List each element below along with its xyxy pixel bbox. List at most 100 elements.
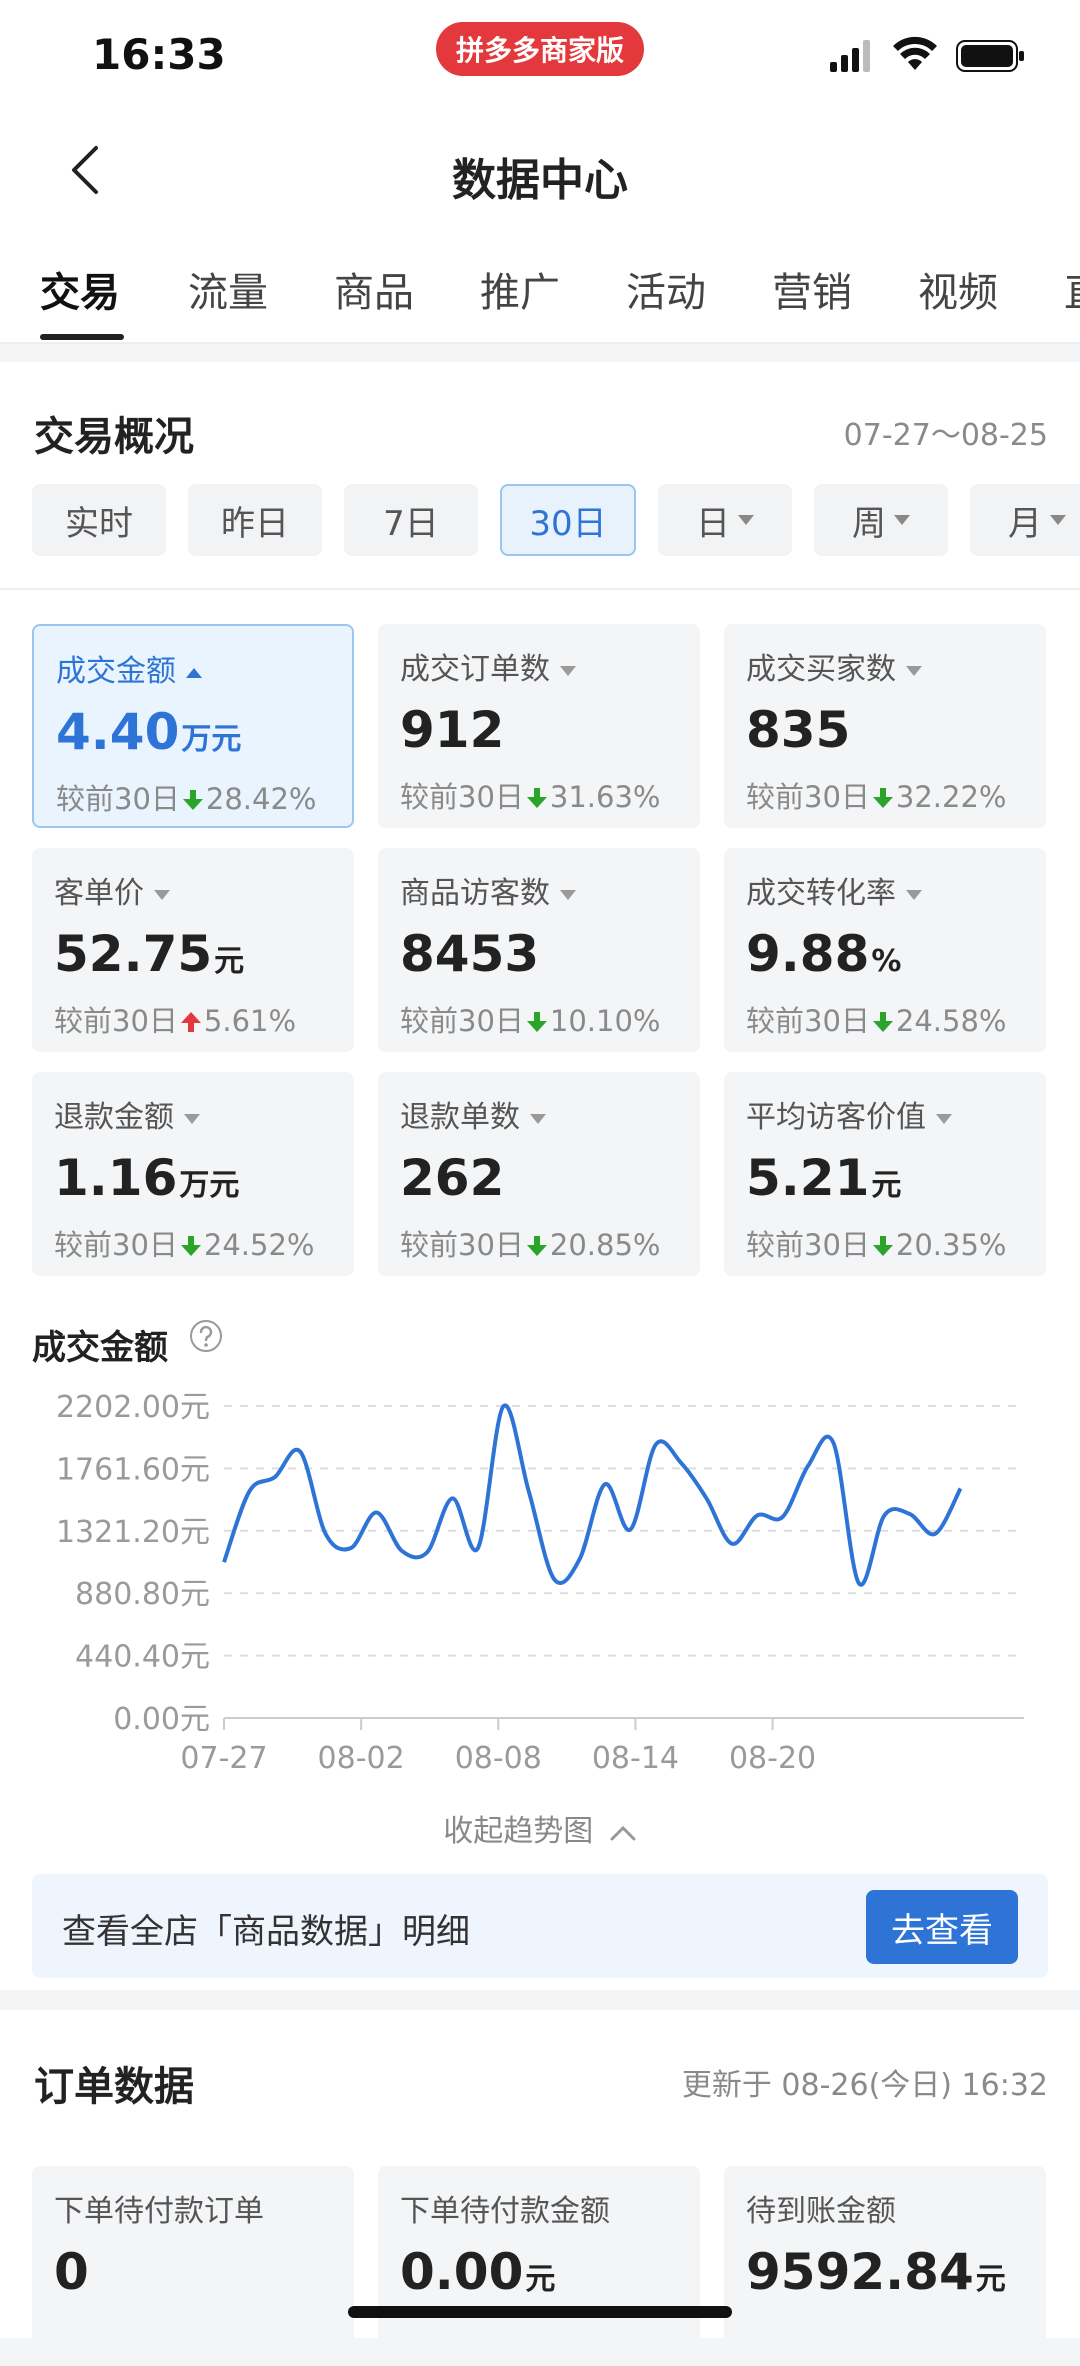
x-tick-label: 08-02 [318, 1741, 405, 1776]
metric-compare: 较前30日 32.22% [746, 780, 1007, 814]
metric-card[interactable]: 商品访客数 8453 较前30日 10.10% [378, 848, 700, 1052]
order-card[interactable]: 待到账金额 9592.84元 [724, 2166, 1046, 2366]
metric-card[interactable]: 成交金额 4.40万元 较前30日 28.42% [32, 624, 354, 828]
tab-video[interactable]: 视频 [918, 260, 998, 318]
metric-value: 1.16万元 [54, 1149, 240, 1207]
page-title: 数据中心 [452, 155, 628, 206]
y-tick-label: 440.40元 [75, 1640, 210, 1675]
period-label: 昨日 [221, 503, 289, 544]
x-tick-label: 08-14 [592, 1741, 679, 1776]
signal-icon [830, 40, 870, 72]
metric-compare: 较前30日 24.58% [746, 1004, 1007, 1038]
wifi-icon [893, 36, 937, 70]
period-week-select[interactable]: 周 [814, 484, 948, 556]
metric-unit: 元 [871, 1168, 902, 1203]
arrow-down-icon [182, 790, 203, 810]
arrow-down-icon [872, 1236, 893, 1256]
app-badge: 拼多多商家版 [436, 22, 644, 76]
metric-value: 52.75元 [54, 925, 245, 983]
tab-promotion[interactable]: 推广 [480, 260, 560, 318]
arrow-down-icon [180, 1236, 201, 1256]
divider [0, 588, 1080, 590]
chart-title: 成交金额 [32, 1328, 168, 1368]
battery-icon [956, 40, 1024, 72]
metric-value: 835 [746, 701, 851, 759]
metric-card[interactable]: 成交订单数 912 较前30日 31.63% [378, 624, 700, 828]
metric-card[interactable]: 退款金额 1.16万元较前30日 24.52% [32, 1072, 354, 1276]
metric-label: 客单价 [54, 868, 332, 912]
collapse-chart-toggle[interactable]: 收起趋势图 [0, 1806, 1080, 1850]
metric-label: 成交金额 [56, 646, 330, 690]
metric-label: 平均访客价值 [746, 1092, 1024, 1136]
metric-card[interactable]: 平均访客价值 5.21元 较前30日 20.35% [724, 1072, 1046, 1276]
metric-label: 成交买家数 [746, 644, 1024, 688]
chevron-down-icon [738, 515, 754, 525]
period-yesterday[interactable]: 昨日 [188, 484, 322, 556]
period-7d[interactable]: 7日 [344, 484, 478, 556]
order-data-section: 订单数据 更新于 08-26(今日) 16:32 下单待付款订单 0 下单待付款金额… [0, 2010, 1080, 2366]
tab-live[interactable]: 直 [1064, 260, 1080, 318]
metric-value: 8453 [400, 925, 540, 983]
orders-title: 订单数据 [34, 2064, 194, 2110]
metric-compare: 较前30日 20.85% [400, 1228, 661, 1262]
arrow-up-icon [180, 1012, 201, 1032]
order-card[interactable]: 下单待付款订单 0 [32, 2166, 354, 2366]
caret-down-icon [154, 889, 170, 900]
metric-value: 262 [400, 1149, 505, 1207]
order-value: 9592.84元 [746, 2243, 1006, 2301]
tab-activity[interactable]: 活动 [626, 260, 706, 318]
caret-down-icon [560, 889, 576, 900]
x-tick-label: 08-08 [455, 1741, 542, 1776]
section-title: 交易概况 [34, 414, 194, 460]
period-month-select[interactable]: 月 [970, 484, 1080, 556]
metric-value: 5.21元 [746, 1149, 902, 1207]
y-tick-label: 880.80元 [75, 1577, 210, 1612]
series-line [222, 1403, 963, 1587]
tab-traffic[interactable]: 流量 [188, 260, 268, 318]
order-card[interactable]: 下单待付款金额 0.00元 [378, 2166, 700, 2366]
caret-down-icon [906, 665, 922, 676]
tab-trade[interactable]: 交易 [40, 260, 120, 318]
date-range: 07-27～08-25 [843, 418, 1048, 453]
y-tick-label: 2202.00元 [56, 1390, 210, 1425]
goods-data-banner: 查看全店「商品数据」明细 去查看 [32, 1874, 1048, 1978]
caret-up-icon [186, 667, 202, 678]
nav-bar: 数据中心 [0, 110, 1080, 230]
metric-card[interactable]: 成交转化率 9.88% 较前30日 24.58% [724, 848, 1046, 1052]
caret-down-icon [906, 889, 922, 900]
help-icon[interactable] [188, 1318, 224, 1354]
metric-label: 退款金额 [54, 1092, 332, 1136]
arrow-down-icon [526, 788, 547, 808]
caret-down-icon [530, 1113, 546, 1124]
metric-card[interactable]: 退款单数 262 较前30日 20.85% [378, 1072, 700, 1276]
metric-value: 4.40万元 [56, 703, 242, 761]
tab-marketing[interactable]: 营销 [772, 260, 852, 318]
chevron-down-icon [894, 515, 910, 525]
period-realtime[interactable]: 实时 [32, 484, 166, 556]
order-label: 下单待付款订单 [54, 2194, 264, 2229]
metric-label: 退款单数 [400, 1092, 678, 1136]
metric-unit: % [871, 944, 902, 979]
caret-down-icon [936, 1113, 952, 1124]
order-label: 下单待付款金额 [400, 2194, 610, 2229]
metric-unit: 元 [214, 944, 245, 979]
arrow-down-icon [526, 1012, 547, 1032]
arrow-down-icon [526, 1236, 547, 1256]
order-unit: 元 [975, 2262, 1006, 2297]
period-day-select[interactable]: 日 [658, 484, 792, 556]
go-view-button[interactable]: 去查看 [866, 1890, 1018, 1964]
metric-card[interactable]: 成交买家数 835 较前30日 32.22% [724, 624, 1046, 828]
metric-compare: 较前30日 24.52% [54, 1228, 315, 1262]
tab-goods[interactable]: 商品 [334, 260, 414, 318]
period-label: 日 [696, 503, 730, 544]
status-bar: 16:33 拼多多商家版 [0, 0, 1080, 110]
home-indicator [348, 2306, 732, 2318]
arrow-down-icon [872, 1012, 893, 1032]
y-tick-label: 1321.20元 [56, 1515, 210, 1550]
metric-unit: 万元 [179, 1168, 240, 1203]
arrow-down-icon [872, 788, 893, 808]
order-value: 0 [54, 2243, 89, 2301]
metric-card[interactable]: 客单价 52.75元 较前30日 5.61% [32, 848, 354, 1052]
order-label: 待到账金额 [746, 2194, 896, 2229]
period-30d[interactable]: 30日 [500, 484, 636, 556]
